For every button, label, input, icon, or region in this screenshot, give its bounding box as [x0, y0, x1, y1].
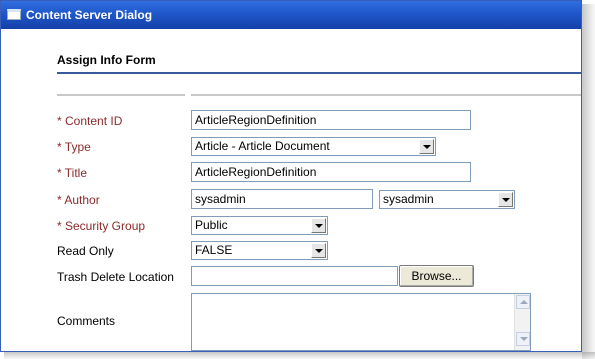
author-field[interactable]: sysadmin [191, 189, 373, 209]
type-select-value: Article - Article Document [195, 139, 330, 153]
security-group-select-value: Public [195, 218, 228, 232]
trash-delete-location-field[interactable] [191, 266, 398, 286]
title-field[interactable]: ArticleRegionDefinition [191, 162, 471, 182]
type-label: * Type [57, 140, 91, 154]
comments-label: Comments [57, 314, 116, 328]
browse-button[interactable]: Browse... [399, 265, 474, 287]
title-bar[interactable]: Content Server Dialog [1, 1, 581, 29]
form-title-divider [57, 72, 581, 74]
read-only-select[interactable]: FALSE [191, 241, 328, 260]
author-select-value: sysadmin [383, 192, 434, 206]
security-group-label: * Security Group [57, 219, 146, 233]
form-title: Assign Info Form [57, 53, 156, 67]
dialog-window: Content Server Dialog Assign Info Form *… [0, 0, 582, 352]
read-only-label: Read Only [57, 244, 114, 258]
chevron-down-icon[interactable] [419, 139, 434, 154]
window-shadow-right [582, 4, 595, 359]
window-title: Content Server Dialog [26, 8, 153, 22]
chevron-down-icon[interactable] [498, 192, 513, 207]
window-icon [7, 9, 21, 20]
label-column-divider [57, 94, 185, 96]
author-select[interactable]: sysadmin [379, 190, 515, 209]
chevron-down-icon[interactable] [311, 243, 326, 258]
author-label: * Author [57, 193, 100, 207]
trash-delete-location-label: Trash Delete Location [57, 270, 174, 284]
scroll-down-icon[interactable] [516, 332, 530, 346]
chevron-down-icon[interactable] [311, 218, 326, 233]
comments-textarea[interactable] [191, 293, 531, 351]
type-select[interactable]: Article - Article Document [191, 137, 436, 156]
comments-scrollbar[interactable] [514, 294, 530, 350]
title-label: * Title [57, 166, 88, 180]
field-column-divider [191, 94, 581, 96]
content-id-label: * Content ID [57, 114, 123, 128]
window-shadow-bottom [4, 352, 595, 359]
scroll-up-icon[interactable] [516, 295, 530, 309]
security-group-select[interactable]: Public [191, 216, 328, 235]
content-id-field[interactable]: ArticleRegionDefinition [191, 110, 471, 130]
read-only-select-value: FALSE [195, 243, 233, 257]
